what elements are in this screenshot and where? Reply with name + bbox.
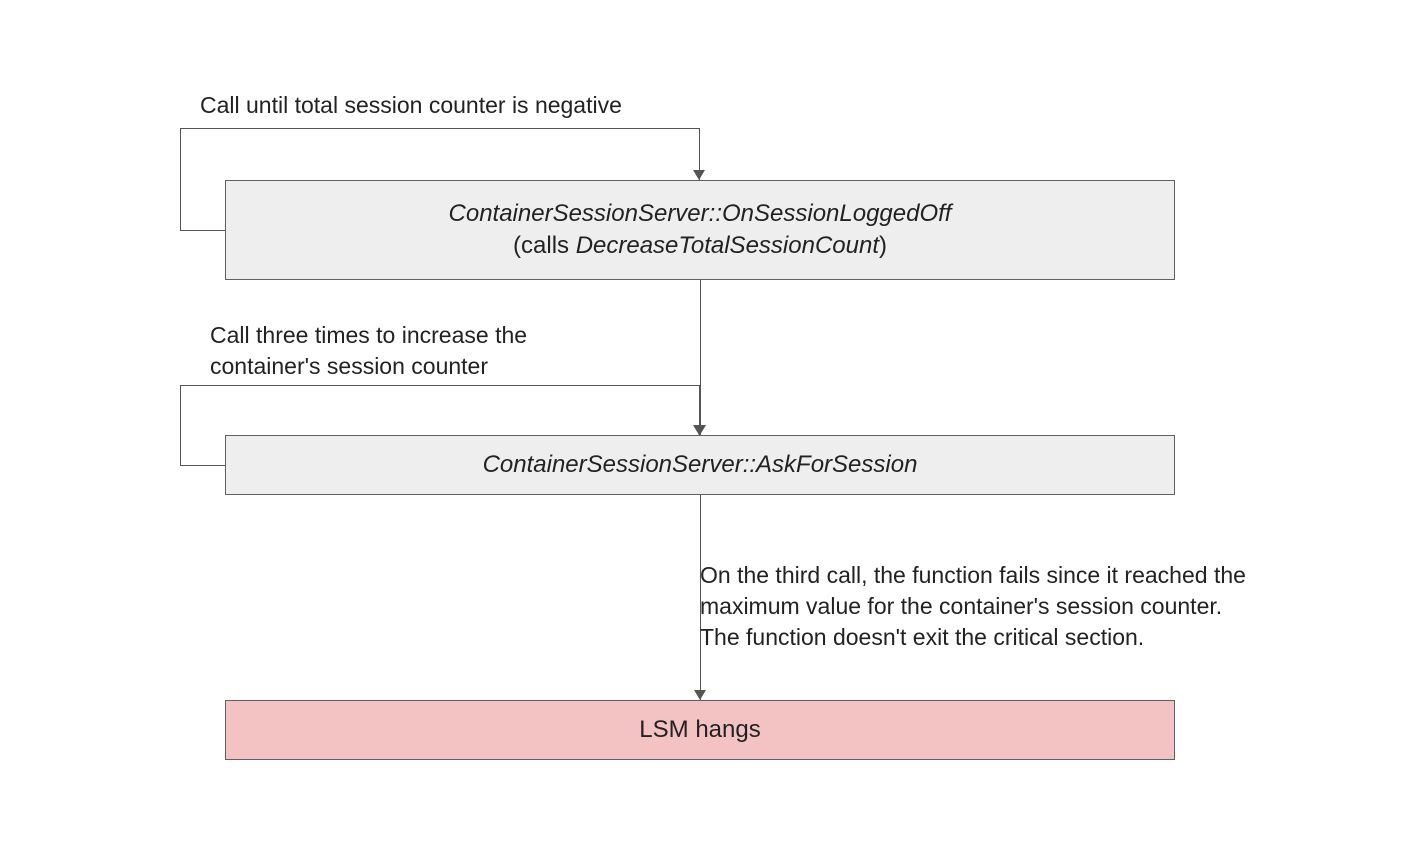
arrowhead-icon <box>693 170 705 180</box>
node-a-sub-prefix: (calls <box>513 232 576 259</box>
arrowhead-icon <box>694 690 706 700</box>
annotation-top-loop: Call until total session counter is nega… <box>200 90 1000 121</box>
loop-b-edge <box>180 385 181 465</box>
node-a-sub-italic: DecreaseTotalSessionCount <box>576 232 879 259</box>
annotation-mid-loop-line1: Call three times to increase the <box>210 320 650 351</box>
node-a-sub-suffix: ) <box>879 232 887 259</box>
node-askforsession: ContainerSessionServer::AskForSession <box>225 435 1175 495</box>
annotation-bottom-line1: On the third call, the function fails si… <box>700 560 1320 591</box>
annotation-mid-loop-line2: container's session counter <box>210 351 650 382</box>
edge-a-to-b <box>700 280 701 435</box>
loop-a-edge <box>180 230 225 231</box>
loop-a-edge <box>180 128 181 231</box>
annotation-bottom-line3: The function doesn't exit the critical s… <box>700 622 1320 653</box>
node-onsessionloggedoff: ContainerSessionServer::OnSessionLoggedO… <box>225 180 1175 280</box>
node-c-title: LSM hangs <box>639 714 760 746</box>
arrowhead-icon <box>693 425 705 435</box>
annotation-mid-loop: Call three times to increase the contain… <box>210 320 650 382</box>
node-a-subtitle: (calls DecreaseTotalSessionCount) <box>513 230 887 262</box>
annotation-bottom-note: On the third call, the function fails si… <box>700 560 1320 653</box>
node-a-title: ContainerSessionServer::OnSessionLoggedO… <box>449 198 952 230</box>
diagram-canvas: Call until total session counter is nega… <box>0 0 1428 845</box>
loop-b-edge <box>180 385 700 386</box>
annotation-bottom-line2: maximum value for the container's sessio… <box>700 591 1320 622</box>
loop-b-edge <box>180 465 225 466</box>
node-b-title: ContainerSessionServer::AskForSession <box>483 449 918 481</box>
loop-a-edge <box>180 128 700 129</box>
annotation-top-loop-text: Call until total session counter is nega… <box>200 92 622 118</box>
node-lsm-hangs: LSM hangs <box>225 700 1175 760</box>
